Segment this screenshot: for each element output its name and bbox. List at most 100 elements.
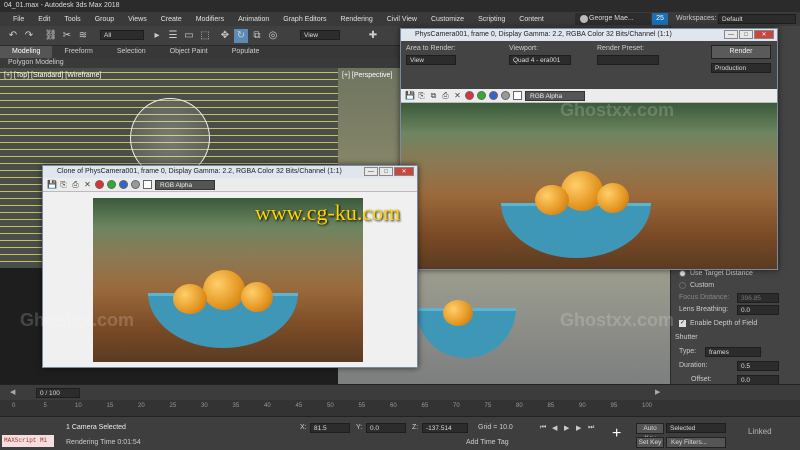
blue-channel-icon[interactable] (119, 180, 128, 189)
selection-filter-dropdown[interactable]: All (100, 30, 144, 40)
next-frame-icon[interactable]: ▶ (655, 388, 660, 396)
render-frame-titlebar[interactable]: PhysCamera001, frame 0, Display Gamma: 2… (401, 29, 777, 41)
menu-item[interactable]: Customize (424, 16, 471, 23)
menu-item[interactable]: Modifiers (189, 16, 231, 23)
copy-image-icon[interactable]: ⎘ (59, 180, 68, 189)
area-to-render-dropdown[interactable]: View (406, 55, 456, 65)
redo-icon[interactable]: ↷ (22, 29, 36, 43)
key-mode-dropdown[interactable]: Selected (666, 423, 726, 433)
clear-icon[interactable]: ✕ (453, 91, 462, 100)
x-coord-field[interactable]: 81.5 (310, 423, 350, 433)
link-icon[interactable]: ⛓ (44, 29, 58, 43)
move-icon[interactable]: ✥ (218, 29, 232, 43)
prev-key-icon[interactable]: ◀ (552, 424, 557, 432)
render-button[interactable]: Render (711, 45, 771, 59)
menu-item[interactable]: Animation (231, 16, 276, 23)
red-channel-icon[interactable] (465, 91, 474, 100)
play-icon[interactable]: ▶ (564, 424, 569, 432)
custom-option[interactable]: Custom (679, 282, 714, 289)
menu-item[interactable]: Rendering (333, 16, 379, 23)
save-image-icon[interactable]: 💾 (405, 91, 415, 100)
frame-indicator[interactable]: 0 / 100 (36, 388, 80, 398)
workspace-select[interactable]: Default (718, 14, 796, 24)
lens-breathing-field[interactable]: 0.0 (737, 305, 779, 315)
prev-frame-icon[interactable]: ◀ (10, 388, 15, 396)
menu-item[interactable]: Tools (57, 16, 87, 23)
undo-icon[interactable]: ↶ (6, 29, 20, 43)
green-channel-icon[interactable] (477, 91, 486, 100)
enable-dof-checkbox[interactable]: ✓ Enable Depth of Field (679, 320, 757, 327)
menu-item[interactable]: Civil View (380, 16, 424, 23)
unlink-icon[interactable]: ✂ (60, 29, 74, 43)
pivot-icon[interactable]: ✚ (366, 29, 380, 43)
shutter-type-dropdown[interactable]: frames (705, 347, 761, 357)
focus-distance-field[interactable]: 396.85 (737, 293, 779, 303)
channel-dropdown[interactable]: RGB Alpha (525, 90, 585, 101)
menu-item[interactable]: Graph Editors (276, 16, 333, 23)
menu-item[interactable]: Group (88, 16, 121, 23)
viewport-top-label[interactable]: [+] [Top] [Standard] [Wireframe] (4, 72, 101, 79)
shutter-rollout-title[interactable]: Shutter (675, 334, 698, 341)
add-time-tag[interactable]: Add Time Tag (466, 439, 509, 446)
copy-image-icon[interactable]: ⎘ (417, 91, 426, 100)
ribbon-tab[interactable]: Freeform (52, 46, 104, 58)
ref-coord-dropdown[interactable]: View (300, 30, 340, 40)
rect-selection-icon[interactable]: ▭ (182, 29, 196, 43)
y-coord-field[interactable]: 0.0 (366, 423, 406, 433)
place-icon[interactable]: ◎ (266, 29, 280, 43)
track-bar[interactable]: 0 5 10 15 20 25 30 35 40 45 50 55 60 65 70 75 80 85 90 95 10… (0, 400, 800, 416)
swatch-icon[interactable] (513, 91, 522, 100)
time-slider[interactable]: 0 / 100 ◀ ▶ (0, 384, 800, 400)
duration-field[interactable]: 0.5 (737, 361, 779, 371)
auto-key-button[interactable]: Auto Key (636, 423, 664, 442)
bind-spacewarp-icon[interactable]: ≋ (76, 29, 90, 43)
menu-item[interactable]: File (6, 16, 31, 23)
alpha-channel-icon[interactable] (501, 91, 510, 100)
close-button[interactable]: ✕ (754, 30, 774, 39)
channel-dropdown[interactable]: RGB Alpha (155, 179, 215, 190)
set-key-button[interactable]: Set Key (636, 437, 664, 448)
menu-item[interactable]: Content (512, 16, 551, 23)
close-button[interactable]: ✕ (394, 167, 414, 176)
print-icon[interactable]: ⎙ (441, 91, 450, 100)
rotate-icon[interactable]: ↻ (234, 29, 248, 43)
green-channel-icon[interactable] (107, 180, 116, 189)
ribbon-tab[interactable]: Populate (220, 46, 272, 58)
set-key-plus-icon[interactable]: + (612, 425, 621, 443)
menu-item[interactable]: Edit (31, 16, 57, 23)
clear-icon[interactable]: ✕ (83, 180, 92, 189)
production-dropdown[interactable]: Production (711, 63, 771, 73)
menu-item[interactable]: Create (154, 16, 189, 23)
blue-channel-icon[interactable] (489, 91, 498, 100)
alpha-channel-icon[interactable] (131, 180, 140, 189)
minimize-button[interactable]: — (364, 167, 378, 176)
maximize-button[interactable]: □ (379, 167, 393, 176)
red-channel-icon[interactable] (95, 180, 104, 189)
clone-window-titlebar[interactable]: Clone of PhysCamera001, frame 0, Display… (43, 166, 417, 178)
viewport-dropdown[interactable]: Quad 4 - era001 (509, 55, 571, 65)
use-target-distance-option[interactable]: Use Target Distance (679, 270, 753, 277)
goto-end-icon[interactable]: ⏭ (588, 424, 594, 432)
menu-item[interactable]: Scripting (471, 16, 512, 23)
goto-start-icon[interactable]: ⏮ (540, 424, 546, 432)
render-preset-dropdown[interactable] (597, 55, 659, 65)
maxscript-listener[interactable]: MAXScript Mi (2, 435, 54, 447)
window-crossing-icon[interactable]: ⬚ (198, 29, 212, 43)
ribbon-tab[interactable]: Modeling (0, 46, 53, 58)
swatch-icon[interactable] (143, 180, 152, 189)
select-by-name-icon[interactable]: ☰ (166, 29, 180, 43)
clone-window-icon[interactable]: ⧉ (429, 91, 438, 100)
minimize-button[interactable]: — (724, 30, 738, 39)
scale-icon[interactable]: ⧉ (250, 29, 264, 43)
save-image-icon[interactable]: 💾 (47, 180, 57, 189)
key-filters-button[interactable]: Key Filters... (666, 437, 726, 448)
maximize-button[interactable]: □ (739, 30, 753, 39)
viewport-perspective-label[interactable]: [+] [Perspective] (342, 72, 392, 79)
select-object-icon[interactable]: ▸ (150, 29, 164, 43)
z-coord-field[interactable]: -137.514 (422, 423, 468, 433)
next-key-icon[interactable]: ▶ (576, 424, 581, 432)
ribbon-tab[interactable]: Selection (105, 46, 158, 58)
ribbon-tab[interactable]: Object Paint (158, 46, 220, 58)
notifications-badge[interactable]: 25 (652, 13, 668, 25)
menu-item[interactable]: Views (121, 16, 154, 23)
